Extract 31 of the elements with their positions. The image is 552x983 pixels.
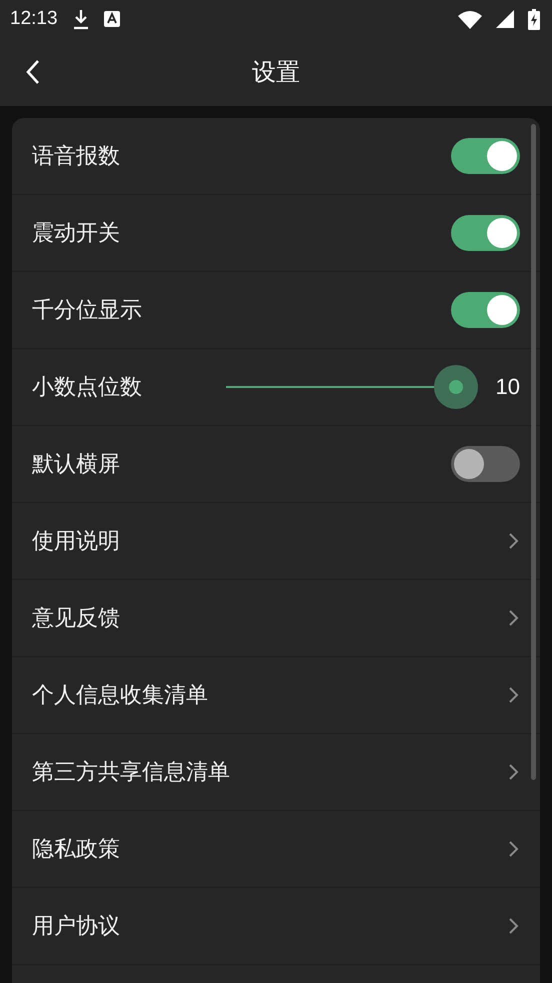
signal-icon bbox=[496, 10, 514, 28]
setting-label: 小数点位数 bbox=[32, 374, 142, 402]
toggle-switch[interactable] bbox=[451, 138, 520, 174]
battery-icon bbox=[528, 8, 540, 30]
slider-value: 10 bbox=[494, 374, 520, 400]
toggle-switch[interactable] bbox=[451, 292, 520, 328]
setting-label: 千分位显示 bbox=[32, 297, 142, 325]
setting-label[interactable]: 第三方共享信息清单 bbox=[32, 757, 230, 787]
chevron-right-icon bbox=[508, 609, 520, 627]
slider[interactable] bbox=[226, 365, 478, 409]
page-title: 设置 bbox=[252, 58, 300, 86]
setting-label[interactable]: 意见反馈 bbox=[32, 603, 120, 633]
download-icon bbox=[72, 8, 90, 30]
setting-label: 默认横屏 bbox=[32, 451, 120, 479]
chevron-right-icon bbox=[508, 532, 520, 550]
chevron-right-icon bbox=[508, 686, 520, 704]
toggle-switch[interactable] bbox=[451, 446, 520, 482]
wifi-icon bbox=[458, 10, 482, 28]
setting-label: 语音报数 bbox=[32, 143, 120, 171]
setting-label[interactable]: 个人信息收集清单 bbox=[32, 680, 208, 710]
setting-label[interactable]: 使用说明 bbox=[32, 526, 120, 556]
status-time: 12:13 bbox=[10, 8, 58, 30]
setting-label: 震动开关 bbox=[32, 220, 120, 248]
setting-label[interactable]: 用户协议 bbox=[32, 911, 120, 941]
setting-label[interactable]: 隐私政策 bbox=[32, 834, 120, 864]
chevron-right-icon bbox=[508, 917, 520, 935]
keyboard-icon bbox=[104, 11, 120, 27]
slider-thumb[interactable] bbox=[434, 365, 478, 409]
chevron-right-icon bbox=[508, 763, 520, 781]
toggle-switch[interactable] bbox=[451, 215, 520, 251]
chevron-right-icon bbox=[508, 840, 520, 858]
